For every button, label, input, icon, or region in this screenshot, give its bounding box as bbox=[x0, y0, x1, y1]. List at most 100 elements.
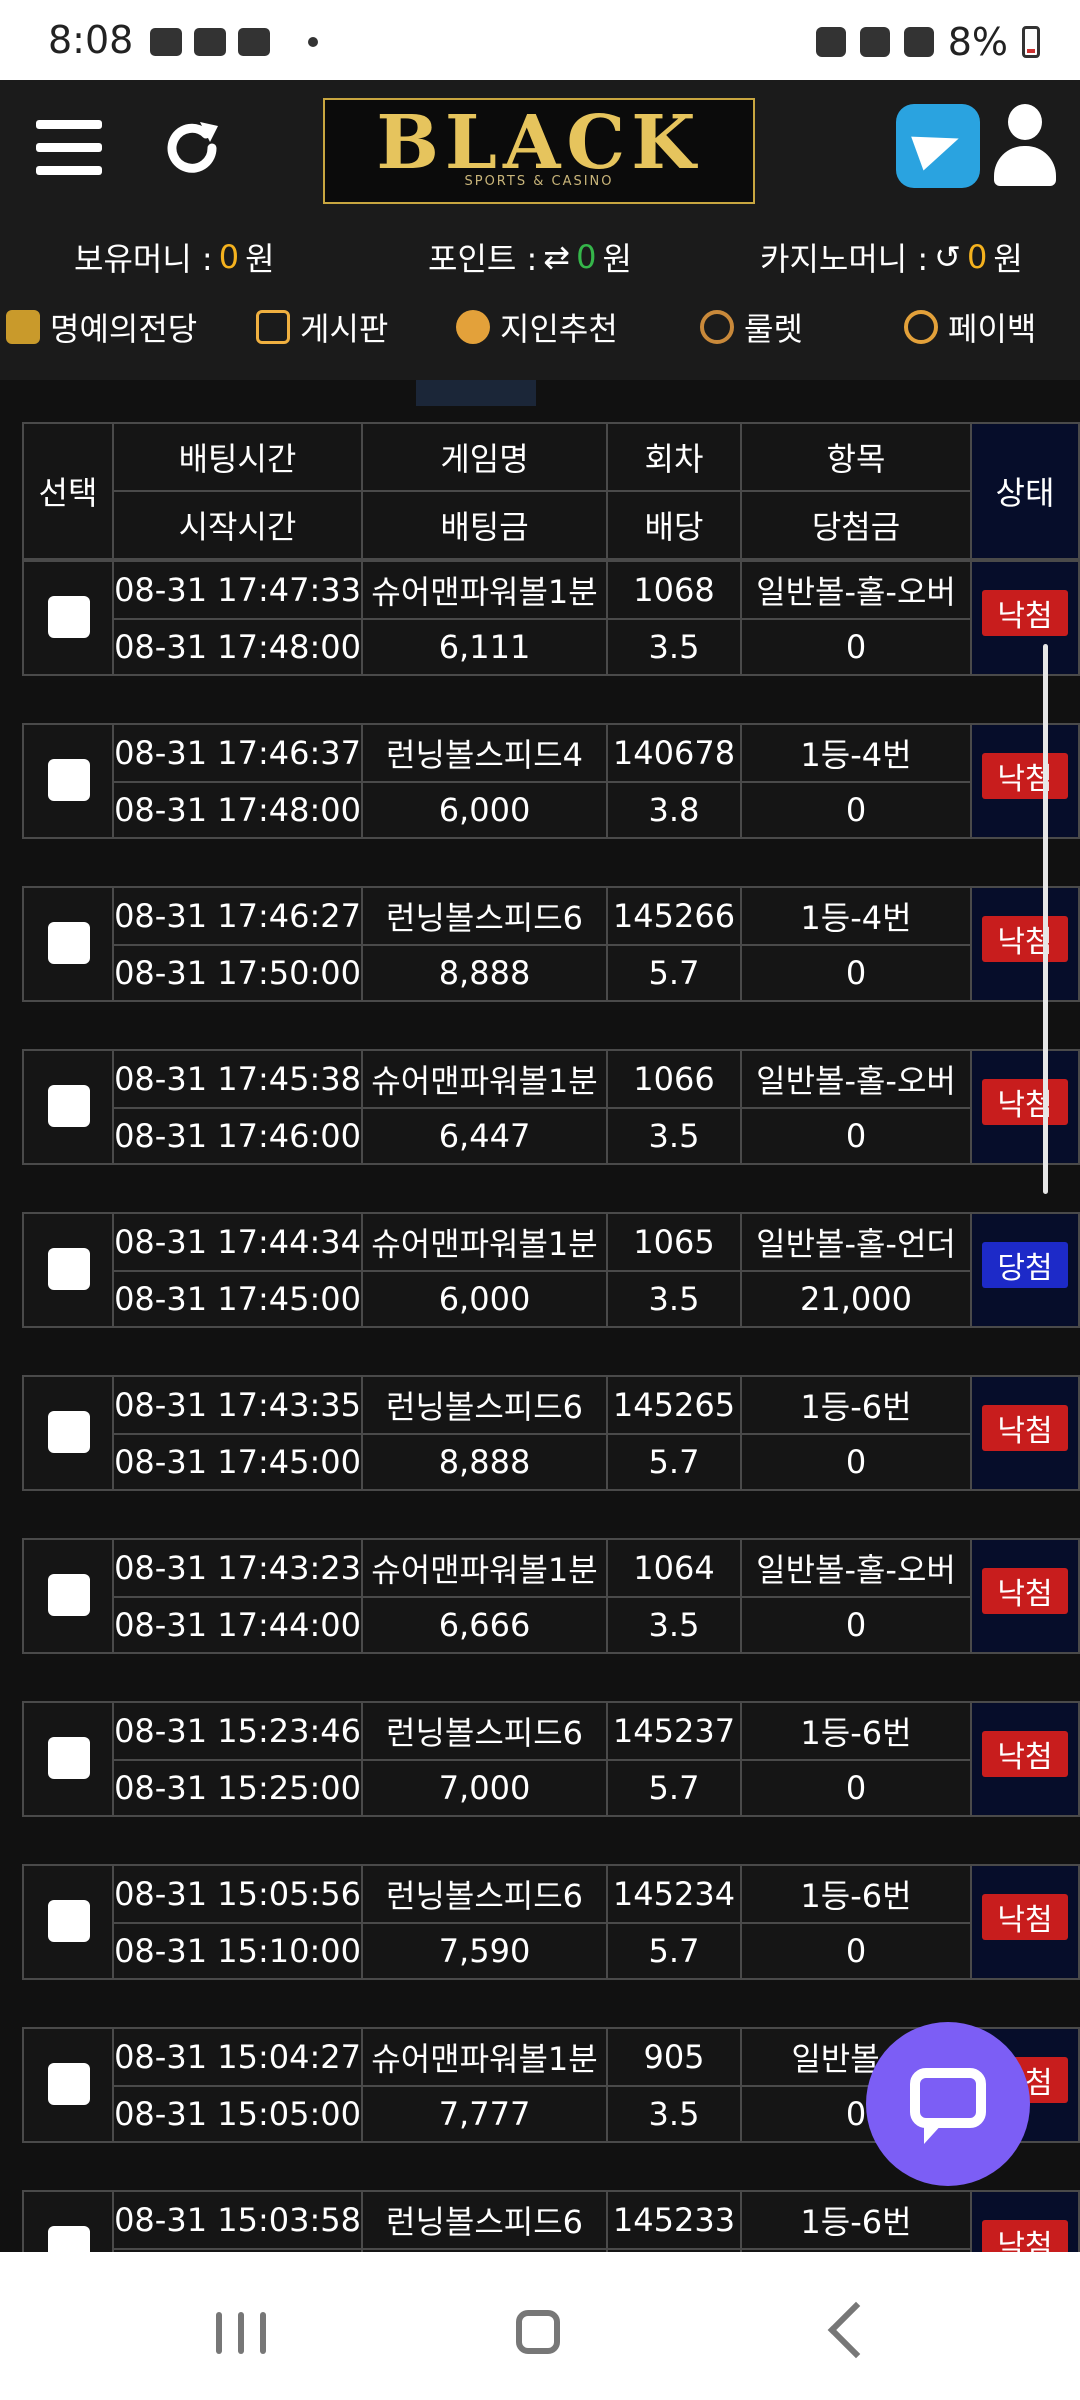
row-checkbox[interactable] bbox=[48, 2063, 90, 2105]
item-cell: 일반볼-홀-언더 bbox=[740, 1212, 972, 1272]
roulette-icon bbox=[700, 310, 734, 344]
round-cell: 145234 bbox=[606, 1864, 742, 1924]
refresh-icon[interactable] bbox=[160, 116, 224, 180]
round-cell: 1064 bbox=[606, 1538, 742, 1598]
odds-cell: 3.5 bbox=[606, 1270, 742, 1328]
menu-icon[interactable] bbox=[36, 120, 102, 176]
recent-apps-icon[interactable] bbox=[216, 2312, 266, 2354]
start-time-cell: 08-31 17:44:00 bbox=[112, 1596, 363, 1654]
odds-cell: 5.7 bbox=[606, 1922, 742, 1980]
checkbox-icon bbox=[256, 310, 290, 344]
status-bar: 8:08 8% bbox=[0, 0, 1080, 80]
menu-item-roulette[interactable]: 룰렛 bbox=[700, 304, 803, 350]
item-cell: 일반볼-홀-오버 bbox=[740, 1538, 972, 1598]
reload-icon[interactable]: ↺ bbox=[934, 238, 961, 276]
round-cell: 1066 bbox=[606, 1049, 742, 1109]
loss-badge: 낙첨 bbox=[982, 916, 1068, 962]
menu-item-referral[interactable]: 지인추천 bbox=[456, 304, 618, 350]
row-checkbox[interactable] bbox=[48, 759, 90, 801]
bet-time-cell: 08-31 17:43:23 bbox=[112, 1538, 363, 1598]
table-row: 08-31 15:03:58 런닝볼스피드6 145233 1등-6번 낙첨 bbox=[22, 2190, 1080, 2252]
header-bet-amount: 배팅금 bbox=[361, 490, 608, 560]
exchange-icon[interactable]: ⇄ bbox=[543, 238, 570, 276]
loss-badge: 낙첨 bbox=[982, 590, 1068, 636]
bet-amount-cell: 6,000 bbox=[361, 781, 608, 839]
odds-cell: 3.5 bbox=[606, 1596, 742, 1654]
row-checkbox[interactable] bbox=[48, 2226, 90, 2252]
bet-amount-cell: 7,777 bbox=[361, 2085, 608, 2143]
row-checkbox[interactable] bbox=[48, 1411, 90, 1453]
game-cell: 런닝볼스피드6 bbox=[361, 1701, 608, 1761]
bet-amount-cell: 7,000 bbox=[361, 1759, 608, 1817]
loss-badge: 낙첨 bbox=[982, 1894, 1068, 1940]
row-checkbox[interactable] bbox=[48, 922, 90, 964]
menu-item-board[interactable]: 게시판 bbox=[256, 304, 388, 350]
bet-amount-cell: 7,590 bbox=[361, 1922, 608, 1980]
site-logo[interactable]: BLACK SPORTS & CASINO bbox=[323, 98, 755, 204]
table-row: 08-31 17:45:38 08-31 17:46:00 슈어맨파워볼1분 6,44… bbox=[22, 1049, 1080, 1165]
chat-notification-icon bbox=[194, 28, 226, 56]
bet-time-cell: 08-31 17:46:37 bbox=[112, 723, 363, 783]
bet-amount-cell: 6,447 bbox=[361, 1107, 608, 1165]
bet-time-cell: 08-31 17:47:33 bbox=[112, 560, 363, 620]
alarm-icon bbox=[815, 27, 846, 57]
telegram-icon[interactable] bbox=[896, 104, 980, 188]
win-amount-cell: 0 bbox=[740, 1922, 972, 1980]
start-time-cell: 08-31 15:05:00 bbox=[112, 2085, 363, 2143]
game-cell: 런닝볼스피드6 bbox=[361, 2190, 608, 2250]
loss-badge: 낙첨 bbox=[982, 1568, 1068, 1614]
row-checkbox[interactable] bbox=[48, 1248, 90, 1290]
item-cell: 1등-6번 bbox=[740, 1701, 972, 1761]
start-time-cell: 08-31 17:50:00 bbox=[112, 944, 363, 1002]
header-win-amount: 당첨금 bbox=[740, 490, 972, 560]
win-amount-cell: 0 bbox=[740, 618, 972, 676]
start-time-cell: 08-31 17:45:00 bbox=[112, 1270, 363, 1328]
table-row: 08-31 17:44:34 08-31 17:45:00 슈어맨파워볼1분 6,00… bbox=[22, 1212, 1080, 1328]
menu-item-payback[interactable]: 페이백 bbox=[904, 304, 1036, 350]
item-cell: 일반볼-홀-오버 bbox=[740, 560, 972, 620]
bet-time-cell: 08-31 17:46:27 bbox=[112, 886, 363, 946]
row-checkbox[interactable] bbox=[48, 1085, 90, 1127]
tab-indicator bbox=[416, 380, 536, 406]
game-cell: 슈어맨파워볼1분 bbox=[361, 2027, 608, 2087]
bet-time-cell: 08-31 15:04:27 bbox=[112, 2027, 363, 2087]
casino-balance: 카지노머니 : ↺ 0 원 bbox=[760, 238, 1023, 278]
bet-amount-cell: 8,888 bbox=[361, 1433, 608, 1491]
row-checkbox[interactable] bbox=[48, 596, 90, 638]
table-row: 08-31 17:47:33 08-31 17:48:00 슈어맨파워볼1분 6,11… bbox=[22, 560, 1080, 676]
balance-bar: 보유머니 : 0 원 포인트 : ⇄ 0 원 카지노머니 : ↺ 0 원 bbox=[0, 234, 1080, 294]
user-icon[interactable] bbox=[988, 104, 1062, 188]
menu-item-hall-of-fame[interactable]: 명예의전당 bbox=[6, 304, 197, 350]
win-badge: 당첨 bbox=[982, 1242, 1068, 1288]
game-cell: 슈어맨파워볼1분 bbox=[361, 560, 608, 620]
win-amount-cell: 0 bbox=[740, 1107, 972, 1165]
odds-cell: 5.7 bbox=[606, 1433, 742, 1491]
header-start-time: 시작시간 bbox=[112, 490, 363, 560]
row-checkbox[interactable] bbox=[48, 1900, 90, 1942]
win-amount-cell: 0 bbox=[740, 944, 972, 1002]
android-nav-bar bbox=[0, 2252, 1080, 2400]
odds-cell: 5.7 bbox=[606, 1759, 742, 1817]
chat-button[interactable] bbox=[866, 2022, 1030, 2186]
win-amount-cell: 0 bbox=[740, 1759, 972, 1817]
item-cell: 1등-6번 bbox=[740, 1864, 972, 1924]
bet-history[interactable]: 선택 배팅시간 시작시간 게임명 배팅금 회차 배당 항목 당첨금 상태 08-… bbox=[0, 380, 1080, 2252]
round-cell: 145237 bbox=[606, 1701, 742, 1761]
row-checkbox[interactable] bbox=[48, 1737, 90, 1779]
home-icon[interactable] bbox=[516, 2310, 560, 2354]
bet-amount-cell: 6,000 bbox=[361, 1270, 608, 1328]
bet-time-cell: 08-31 17:43:35 bbox=[112, 1375, 363, 1435]
back-icon[interactable] bbox=[827, 2301, 885, 2359]
signal-icon bbox=[903, 27, 934, 57]
scrollbar[interactable] bbox=[1043, 644, 1048, 1194]
header-bet-time: 배팅시간 bbox=[112, 422, 363, 492]
loss-badge: 낙첨 bbox=[982, 2220, 1068, 2252]
start-time-cell: 08-31 17:48:00 bbox=[112, 781, 363, 839]
table-row: 08-31 17:43:23 08-31 17:44:00 슈어맨파워볼1분 6,66… bbox=[22, 1538, 1080, 1654]
round-cell: 145265 bbox=[606, 1375, 742, 1435]
start-time-cell: 08-31 17:45:00 bbox=[112, 1433, 363, 1491]
check-icon bbox=[238, 28, 270, 56]
header-game: 게임명 bbox=[361, 422, 608, 492]
row-checkbox[interactable] bbox=[48, 1574, 90, 1616]
start-time-cell: 08-31 17:46:00 bbox=[112, 1107, 363, 1165]
